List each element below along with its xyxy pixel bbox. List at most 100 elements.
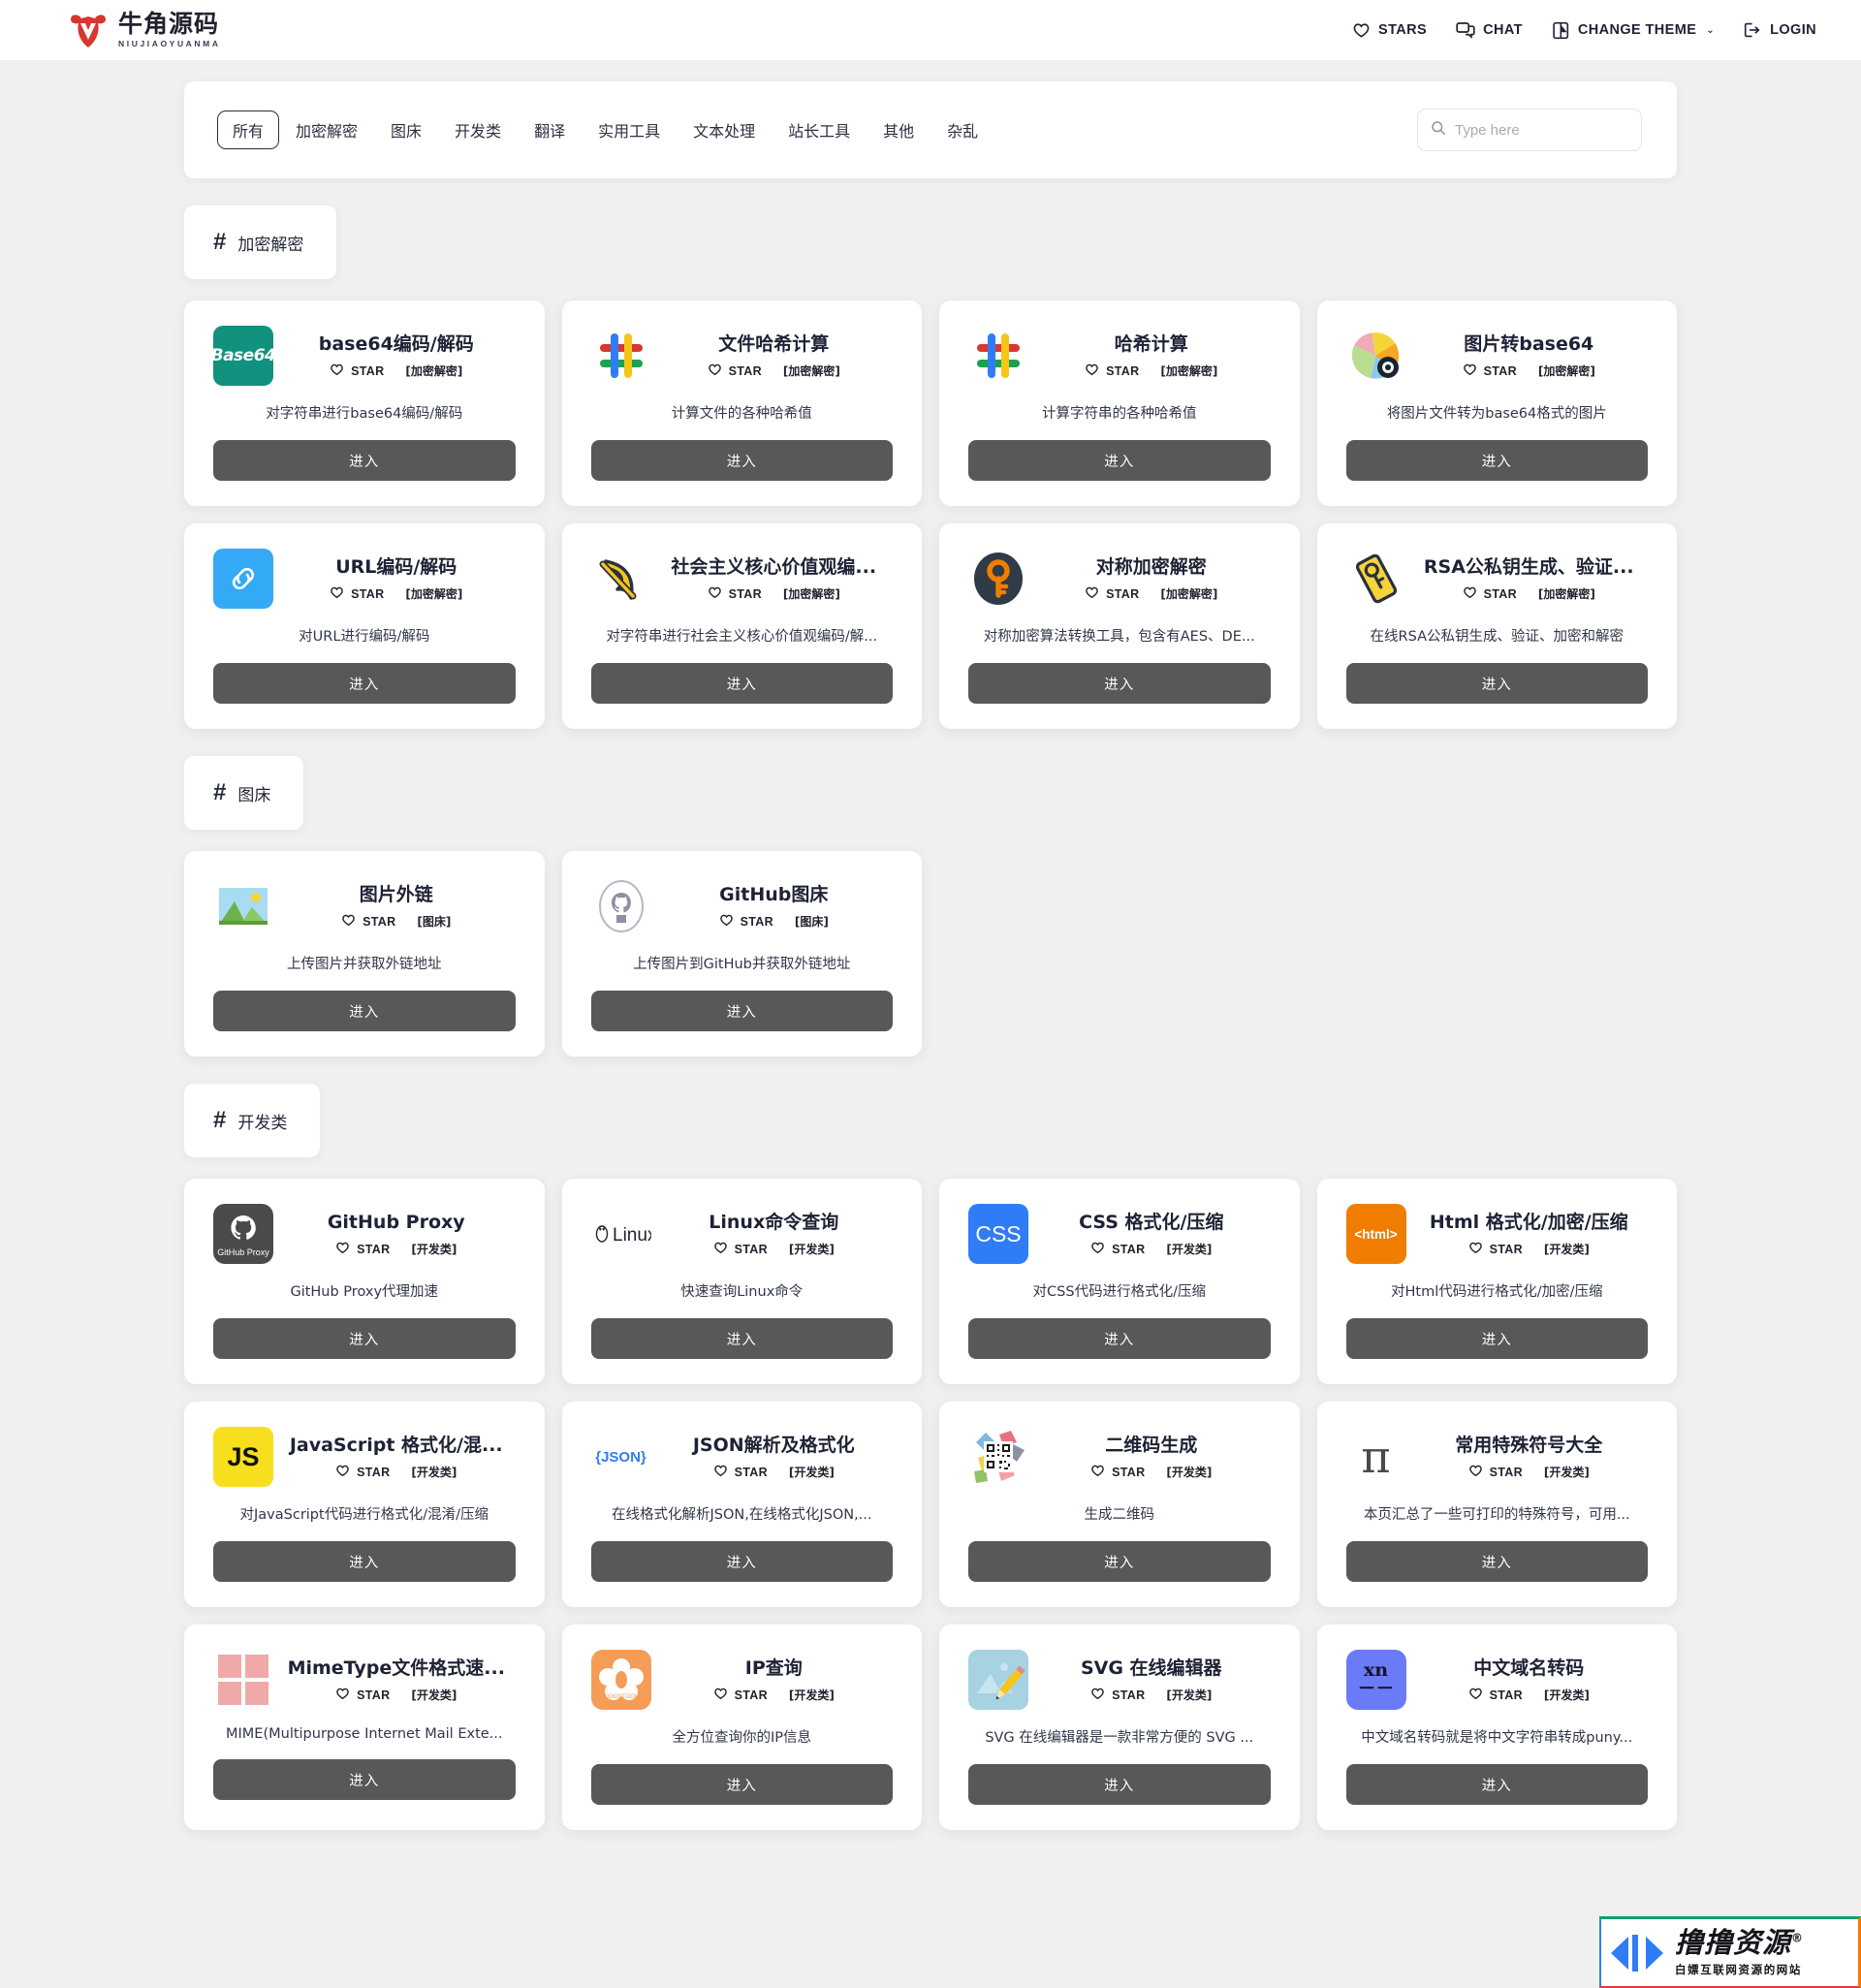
star-button[interactable]: STAR (341, 913, 395, 930)
tool-card[interactable]: GitHub图床 STAR [图床] 上传图片到GitHub并获取外链地址 进入 (561, 851, 922, 1057)
card-title: JavaScript 格式化/混... (289, 1434, 503, 1456)
enter-button[interactable]: 进入 (213, 1318, 516, 1359)
enter-button[interactable]: 进入 (590, 663, 893, 704)
enter-button[interactable]: 进入 (968, 663, 1271, 704)
tool-card[interactable]: 社会主义核心价值观编... STAR [加密解密] 对字符串进行社会主义核心价值… (561, 523, 922, 729)
enter-button[interactable]: 进入 (968, 1318, 1271, 1359)
tab-tuchuang[interactable]: 图床 (374, 110, 438, 150)
tool-card[interactable]: π 常用特殊符号大全 STAR [开发类] 本页汇总了一些可打印的特殊符号，可用… (1316, 1402, 1677, 1607)
tool-card[interactable]: Base64 base64编码/解码 STAR [加密解密] 对字符串进行bas… (184, 300, 545, 506)
star-button[interactable]: STAR (335, 1241, 390, 1257)
star-button[interactable]: STAR (1468, 1241, 1523, 1257)
heart-icon (1468, 1241, 1483, 1257)
star-button[interactable]: STAR (713, 1687, 768, 1703)
enter-button[interactable]: 进入 (590, 1541, 893, 1582)
enter-button[interactable]: 进入 (590, 1318, 893, 1359)
hash-icon: # (213, 1107, 227, 1133)
card-description: 对CSS代码进行格式化/压缩 (1032, 1284, 1206, 1300)
enter-button[interactable]: 进入 (213, 440, 516, 481)
star-button[interactable]: STAR (1090, 1464, 1145, 1480)
brand-logo[interactable]: 牛角源码 NIUJIAOYUANMA (68, 10, 221, 50)
tool-card[interactable]: MimeType文件格式速... STAR [开发类] MIME(Multipu… (184, 1625, 545, 1830)
tool-card[interactable]: 哈希计算 STAR [加密解密] 计算字符串的各种哈希值 进入 (939, 300, 1300, 506)
enter-button[interactable]: 进入 (968, 440, 1271, 481)
tab-zhanzhanggongju[interactable]: 站长工具 (772, 110, 867, 150)
star-label: STAR (1489, 1688, 1523, 1702)
tool-card[interactable]: 二维码生成 STAR [开发类] 生成二维码 进入 (939, 1402, 1300, 1607)
enter-button[interactable]: 进入 (213, 1541, 516, 1582)
card-head: CSS 格式化/压缩 STAR [开发类] (1032, 1211, 1271, 1258)
card-head: URL编码/解码 STAR [加密解密] (277, 555, 516, 603)
heart-icon (713, 1464, 728, 1480)
star-button[interactable]: STAR (330, 363, 384, 379)
star-button[interactable]: STAR (1090, 1241, 1145, 1257)
nav-stars[interactable]: STARS (1352, 21, 1427, 39)
tool-card[interactable]: xn －－ 中文域名转码 STAR [开发类] 中文域名转码就是将中文字符串转成… (1316, 1625, 1677, 1830)
tab-zaluan[interactable]: 杂乱 (930, 110, 994, 150)
star-button[interactable]: STAR (713, 1464, 768, 1480)
tool-card[interactable]: 图片转base64 STAR [加密解密] 将图片文件转为base64格式的图片… (1316, 300, 1677, 506)
tab-qita[interactable]: 其他 (867, 110, 930, 150)
tool-card[interactable]: SVG 在线编辑器 STAR [开发类] SVG 在线编辑器是一款非常方便的 S… (939, 1625, 1300, 1830)
tool-card[interactable]: 对称加密解密 STAR [加密解密] 对称加密算法转换工具，包含有AES、DE.… (939, 523, 1300, 729)
star-button[interactable]: STAR (1463, 585, 1517, 602)
enter-button[interactable]: 进入 (213, 663, 516, 704)
search-input[interactable] (1455, 121, 1628, 139)
search-box[interactable] (1417, 109, 1642, 151)
star-button[interactable]: STAR (1463, 363, 1517, 379)
star-button[interactable]: STAR (1090, 1687, 1145, 1703)
enter-button[interactable]: 进入 (1345, 1764, 1648, 1805)
tool-card[interactable]: 图片外链 STAR [图床] 上传图片并获取外链地址 进入 (184, 851, 545, 1057)
enter-button[interactable]: 进入 (590, 1764, 893, 1805)
enter-button[interactable]: 进入 (968, 1764, 1271, 1805)
star-button[interactable]: STAR (713, 1241, 768, 1257)
tool-card[interactable]: <html> Html 格式化/加密/压缩 STAR [开发类] 对Html代码… (1316, 1179, 1677, 1384)
enter-button[interactable]: 进入 (1345, 440, 1648, 481)
star-button[interactable]: STAR (708, 585, 762, 602)
tool-card[interactable]: JS JavaScript 格式化/混... STAR [开发类] 对JavaS… (184, 1402, 545, 1607)
tool-card[interactable]: Linux Linux命令查询 STAR [开发类] 快速查询Linux命令 进… (561, 1179, 922, 1384)
tool-card[interactable]: RSA公私钥生成、验证... STAR [加密解密] 在线RSA公私钥生成、验证… (1316, 523, 1677, 729)
tab-suoyou[interactable]: 所有 (217, 110, 280, 149)
card-head: IP查询 STAR [开发类] (655, 1657, 894, 1704)
tool-card[interactable]: GitHub Proxy GitHub Proxy STAR [开发类] Git… (184, 1179, 545, 1384)
star-button[interactable]: STAR (708, 363, 762, 379)
star-button[interactable]: STAR (719, 913, 773, 930)
tab-fanyi[interactable]: 翻译 (518, 110, 582, 150)
enter-button[interactable]: 进入 (1345, 663, 1648, 704)
card-title: GitHub Proxy (327, 1211, 465, 1233)
enter-button[interactable]: 进入 (213, 991, 516, 1031)
card-title: 图片外链 (359, 883, 433, 905)
nav-chat[interactable]: CHAT (1456, 21, 1523, 39)
enter-button[interactable]: 进入 (590, 991, 893, 1031)
enter-button[interactable]: 进入 (213, 1759, 516, 1800)
tool-card[interactable]: URL编码/解码 STAR [加密解密] 对URL进行编码/解码 进入 (184, 523, 545, 729)
enter-button[interactable]: 进入 (1345, 1541, 1648, 1582)
tool-card[interactable]: 文件哈希计算 STAR [加密解密] 计算文件的各种哈希值 进入 (561, 300, 922, 506)
card-description: 对字符串进行社会主义核心价值观编码/解... (606, 629, 878, 645)
star-button[interactable]: STAR (330, 585, 384, 602)
star-button[interactable]: STAR (335, 1464, 390, 1480)
star-button[interactable]: STAR (335, 1687, 390, 1703)
card-category: [开发类] (411, 1243, 457, 1257)
card-head: 社会主义核心价值观编... STAR [加密解密] (655, 555, 894, 603)
star-button[interactable]: STAR (1468, 1464, 1523, 1480)
star-button[interactable]: STAR (1085, 585, 1139, 602)
card-top: SVG 在线编辑器 STAR [开发类] (968, 1650, 1271, 1710)
enter-button[interactable]: 进入 (968, 1541, 1271, 1582)
enter-button[interactable]: 进入 (590, 440, 893, 481)
nav-change-theme[interactable]: CHANGE THEME ⌄ (1552, 21, 1715, 40)
star-button[interactable]: STAR (1468, 1687, 1523, 1703)
nav-login[interactable]: LOGIN (1744, 21, 1816, 39)
tool-card[interactable]: GOODTOOL IP查询 STAR [开发类] 全方位查询你的IP信息 进入 (561, 1625, 922, 1830)
tool-card[interactable]: {JSON} JSON解析及格式化 STAR [开发类] 在线格式化解析JSON… (561, 1402, 922, 1607)
tab-jiamijiemi[interactable]: 加密解密 (279, 110, 374, 150)
tab-wenbenchuli[interactable]: 文本处理 (677, 110, 772, 150)
punycode-icon: xn －－ (1345, 1650, 1406, 1710)
enter-button[interactable]: 进入 (1345, 1318, 1648, 1359)
card-head: 常用特殊符号大全 STAR [开发类] (1410, 1434, 1649, 1481)
tab-shiyonggongju[interactable]: 实用工具 (582, 110, 677, 150)
tab-kaifalei[interactable]: 开发类 (438, 110, 518, 150)
tool-card[interactable]: CSS CSS 格式化/压缩 STAR [开发类] 对CSS代码进行格式化/压缩… (939, 1179, 1300, 1384)
star-button[interactable]: STAR (1085, 363, 1139, 379)
